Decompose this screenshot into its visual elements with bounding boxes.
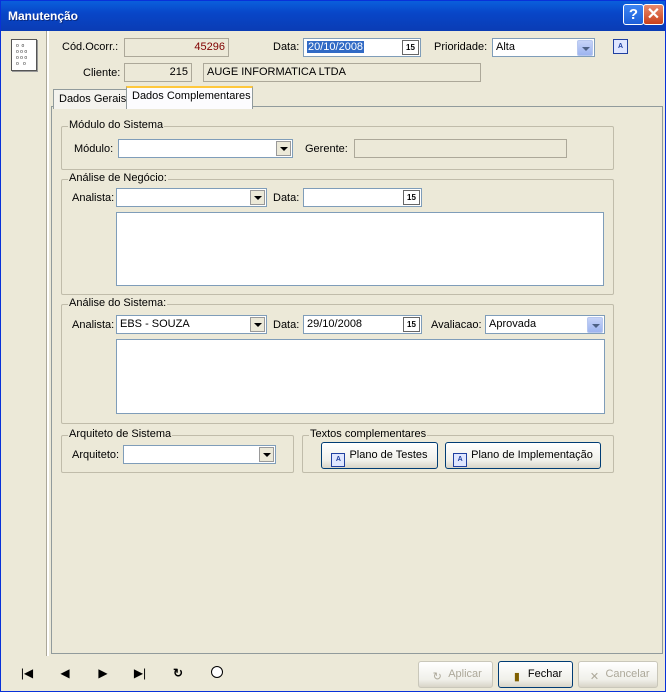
avaliacao-value: Aprovada — [489, 318, 537, 330]
fechar-button[interactable]: ▮ Fechar — [498, 661, 573, 688]
sistema-data-label: Data: — [273, 319, 300, 331]
cancel-x-icon: ✕ — [589, 671, 600, 683]
document-list-icon[interactable]: o o o o o o o o o o — [11, 39, 37, 71]
gerente-label: Gerente: — [305, 143, 348, 155]
negocio-analista-label: Analista: — [72, 192, 115, 204]
negocio-notes-textarea[interactable] — [116, 212, 604, 286]
chevron-down-icon[interactable] — [577, 40, 593, 56]
nav-last-icon[interactable]: ▶| — [130, 665, 150, 681]
sistema-data-value: 29/10/2008 — [307, 318, 363, 330]
nav-first-icon[interactable]: |◀ — [17, 665, 37, 681]
record-icon[interactable] — [207, 665, 227, 681]
nav-next-icon[interactable]: ▶ — [93, 665, 113, 681]
calendar-icon[interactable]: 15 — [403, 190, 420, 205]
textos-group-title: Textos complementares — [309, 428, 428, 440]
cliente-code-field: 215 — [124, 63, 192, 82]
chevron-down-icon[interactable] — [250, 190, 265, 205]
window-title: Manutenção — [8, 9, 79, 23]
plano-implementacao-button[interactable]: A Plano de Implementação — [445, 442, 601, 469]
prioridade-value: Alta — [496, 41, 515, 53]
avaliacao-label: Avaliacao: — [431, 319, 482, 331]
chevron-down-icon[interactable] — [276, 141, 291, 156]
refresh-icon[interactable]: ↻ — [168, 665, 188, 681]
negocio-data-field[interactable]: 15 — [303, 188, 422, 207]
arquiteto-select[interactable] — [123, 445, 276, 464]
avaliacao-select[interactable]: Aprovada — [485, 315, 605, 334]
apply-icon: ↻ — [432, 671, 442, 683]
analise-negocio-title: Análise de Negócio: — [68, 172, 168, 184]
aplicar-label: Aplicar — [448, 668, 482, 680]
chevron-down-icon[interactable] — [259, 447, 274, 462]
chevron-down-icon[interactable] — [587, 317, 603, 333]
calendar-icon[interactable]: 15 — [403, 317, 420, 332]
sistema-data-field[interactable]: 29/10/2008 15 — [303, 315, 422, 334]
cliente-name-field: AUGE INFORMATICA LTDA — [203, 63, 481, 82]
prioridade-select[interactable]: Alta — [492, 38, 595, 57]
modulo-group-title: Módulo do Sistema — [68, 119, 165, 131]
cancelar-button[interactable]: ✕ Cancelar — [578, 661, 658, 688]
analise-sistema-title: Análise do Sistema: — [68, 297, 168, 309]
tab-dados-complementares[interactable]: Dados Complementares — [126, 86, 253, 109]
door-exit-icon: ▮ — [513, 671, 520, 683]
chevron-down-icon[interactable] — [250, 317, 265, 332]
left-toolbar-strip — [5, 31, 47, 656]
text-document-icon: A — [453, 453, 468, 467]
sistema-analista-select[interactable]: EBS - SOUZA — [116, 315, 267, 334]
sistema-analista-value: EBS - SOUZA — [120, 318, 190, 330]
prioridade-label: Prioridade: — [434, 41, 488, 53]
arquiteto-label: Arquiteto: — [72, 449, 120, 461]
arquiteto-group-title: Arquiteto de Sistema — [68, 428, 173, 440]
plano-testes-button[interactable]: A Plano de Testes — [321, 442, 438, 469]
help-button[interactable]: ? — [623, 4, 644, 25]
text-document-icon: A — [331, 453, 346, 467]
plano-impl-label: Plano de Implementação — [471, 449, 593, 461]
negocio-analista-select[interactable] — [116, 188, 267, 207]
plano-testes-label: Plano de Testes — [349, 449, 428, 461]
cod-ocorr-label: Cód.Ocorr.: — [62, 41, 119, 53]
data-field[interactable]: 20/10/2008 15 — [303, 38, 421, 57]
modulo-label: Módulo: — [74, 143, 114, 155]
fechar-label: Fechar — [527, 668, 563, 680]
data-value: 20/10/2008 — [307, 41, 365, 53]
cod-ocorr-field: 45296 — [124, 38, 229, 57]
modulo-select[interactable] — [118, 139, 293, 158]
close-window-button[interactable]: ✕ — [643, 4, 664, 25]
cliente-label: Cliente: — [83, 67, 121, 79]
sistema-notes-textarea[interactable] — [116, 339, 605, 414]
calendar-icon[interactable]: 15 — [402, 40, 419, 55]
nav-prev-icon[interactable]: ◀ — [55, 665, 75, 681]
cancelar-label: Cancelar — [605, 668, 650, 680]
tab-dados-gerais[interactable]: Dados Gerais — [53, 89, 127, 109]
maintenance-window: Manutenção ? ✕ o o o o o o o o o o Cód.O… — [0, 0, 666, 692]
left-strip-divider — [47, 31, 49, 656]
gerente-field — [354, 139, 567, 158]
data-label: Data: — [273, 41, 300, 53]
title-bar[interactable]: Manutenção ? ✕ — [1, 1, 665, 31]
aplicar-button[interactable]: ↻ Aplicar — [418, 661, 493, 688]
sistema-analista-label: Analista: — [72, 319, 115, 331]
negocio-data-label: Data: — [273, 192, 300, 204]
text-document-icon[interactable]: A — [613, 39, 628, 54]
